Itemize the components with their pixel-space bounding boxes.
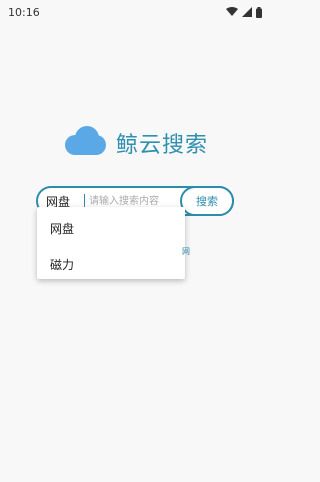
dropdown-item-magnet[interactable]: 磁力 (50, 256, 74, 273)
status-bar: 10:16 (0, 0, 270, 24)
hint-link[interactable]: 网 (182, 246, 190, 257)
wifi-icon (226, 7, 238, 17)
search-button[interactable]: 搜索 (180, 186, 234, 216)
app-logo: 鲸云搜索 (0, 126, 270, 160)
text-cursor (84, 194, 85, 208)
cloud-icon (62, 126, 106, 160)
status-icons (226, 6, 262, 18)
search-type-dropdown: 网盘 磁力 (37, 207, 185, 279)
search-input[interactable] (87, 194, 181, 208)
battery-icon (256, 6, 262, 18)
app-title: 鲸云搜索 (115, 133, 208, 158)
dropdown-item-netdisk[interactable]: 网盘 (50, 220, 74, 237)
status-time: 10:16 (8, 5, 40, 19)
signal-icon (242, 7, 252, 17)
